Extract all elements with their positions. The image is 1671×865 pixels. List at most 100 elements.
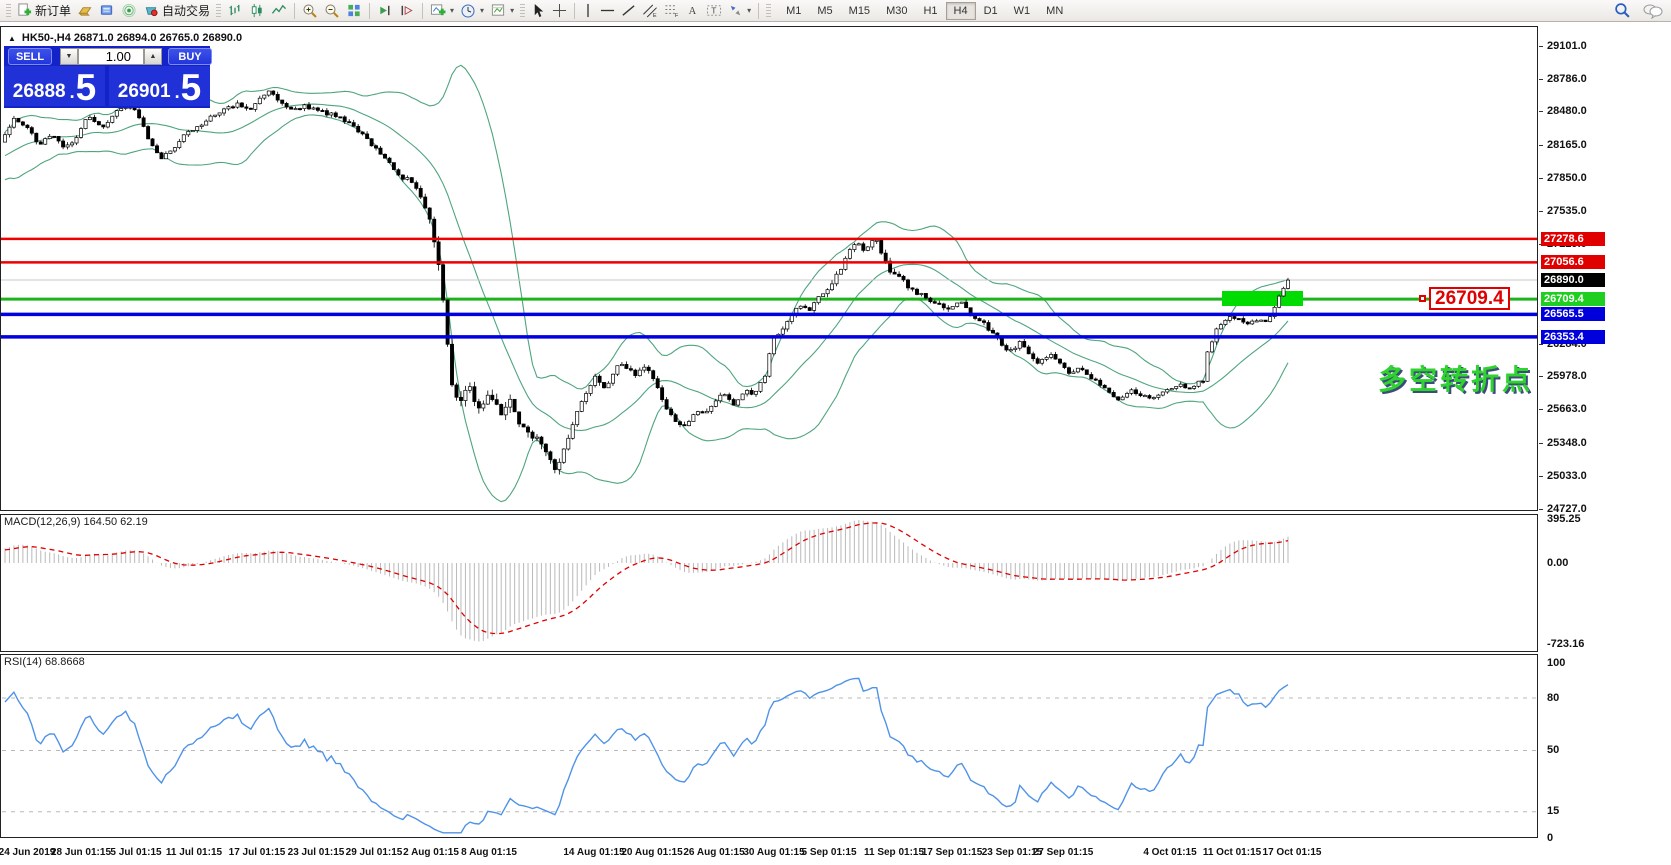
price-tick-label: 28480.0	[1539, 105, 1587, 117]
zoom-in-button[interactable]	[299, 2, 321, 20]
sell-price-tile[interactable]: 26888. 5	[4, 66, 105, 106]
candle-body	[333, 112, 338, 118]
new-order-label: 新订单	[35, 4, 72, 18]
equidistant-channel-button[interactable]: E	[639, 2, 661, 20]
market-watch-icon	[78, 7, 92, 16]
text-label-button[interactable]: T	[703, 2, 725, 20]
market-watch-button[interactable]	[74, 2, 96, 20]
timeframe-button-H4[interactable]: H4	[945, 1, 976, 20]
timeframe-button-M30[interactable]: M30	[878, 2, 915, 20]
candle-body	[767, 353, 772, 377]
candle-body	[928, 297, 933, 303]
candle-body	[342, 116, 347, 122]
vertical-line-button[interactable]	[579, 2, 597, 20]
indicators-icon	[431, 4, 446, 16]
price-badge: 27056.6	[1541, 255, 1605, 270]
chart-bars-button[interactable]	[224, 2, 246, 20]
candle-body	[231, 106, 235, 109]
candle-body	[991, 329, 995, 334]
highlight-rectangle[interactable]	[1222, 291, 1303, 306]
new-order-button[interactable]: 新订单	[14, 2, 74, 20]
volume-decrease-button[interactable]: ▼	[60, 48, 78, 65]
horizontal-line-button[interactable]	[597, 2, 618, 20]
auto-trading-button[interactable]: 自动交易	[140, 2, 213, 20]
timeframe-button-M15[interactable]: M15	[841, 2, 878, 20]
date-tick-label: 28 Jun 01:15	[50, 847, 112, 858]
search-icon[interactable]	[1614, 2, 1631, 19]
rsi-pane[interactable]	[0, 654, 1538, 838]
periods-button[interactable]: ▾	[457, 2, 487, 20]
indicators-button[interactable]: ▾	[427, 2, 457, 20]
volume-input[interactable]	[78, 48, 144, 65]
date-tick-label: 23 Jul 01:15	[287, 847, 345, 858]
timeframe-group: M1 M5 M15 M30 H1 H4 D1 W1 MN	[778, 1, 1071, 20]
candle-body	[467, 386, 472, 391]
volume-increase-button[interactable]: ▲	[144, 48, 162, 65]
template-icon	[491, 4, 505, 16]
timeframe-button-M5[interactable]: M5	[809, 2, 840, 20]
candle-body	[521, 423, 526, 428]
dropdown-caret-icon: ▾	[480, 6, 485, 15]
candle-body	[150, 138, 155, 147]
buy-button[interactable]: BUY	[168, 48, 212, 65]
date-axis[interactable]: 24 Jun 2019 28 Jun 01:15 5 Jul 01:15 11 Jul…	[0, 845, 1671, 865]
candle-body	[1169, 388, 1174, 391]
candle-body	[56, 136, 61, 142]
candle-body	[284, 103, 289, 108]
price-tag-label[interactable]: 26709.4	[1429, 287, 1510, 310]
sell-button[interactable]: SELL	[8, 48, 52, 65]
timeframe-button-MN[interactable]: MN	[1038, 2, 1071, 20]
candle-body	[137, 109, 142, 119]
navigator-button[interactable]	[118, 2, 140, 20]
svg-text:A: A	[689, 6, 697, 17]
zoom-in-icon	[303, 4, 317, 18]
candle-body	[847, 249, 852, 259]
candle-body	[1250, 320, 1255, 325]
text-button[interactable]: A	[683, 2, 703, 20]
chart-line-button[interactable]	[268, 2, 290, 20]
auto-scroll-icon	[380, 5, 390, 16]
timeframe-button-M1[interactable]: M1	[778, 2, 809, 20]
price-axis[interactable]: 29101.0 28786.0 28480.0 28165.0 27850.0 27535…	[1539, 22, 1671, 865]
candle-body	[248, 107, 253, 110]
macd-scale-label: 395.25	[1547, 512, 1581, 525]
zoom-out-button[interactable]	[321, 2, 343, 20]
candle-body	[950, 306, 955, 310]
candle-body	[1227, 316, 1232, 321]
timeframe-button-W1[interactable]: W1	[1006, 2, 1039, 20]
candle-body	[271, 90, 276, 95]
chart-candles-button[interactable]	[246, 2, 268, 20]
candle-body	[190, 130, 195, 133]
macd-pane[interactable]	[0, 514, 1538, 652]
candle-body	[879, 239, 884, 254]
timeframe-button-H1[interactable]: H1	[915, 2, 945, 20]
chinese-annotation[interactable]: 多空转折点	[1378, 358, 1533, 398]
candle-body	[114, 110, 119, 117]
timeframe-button-D1[interactable]: D1	[976, 2, 1006, 20]
chart-shift-button[interactable]	[396, 2, 418, 20]
candle-body	[92, 116, 97, 122]
tile-windows-button[interactable]	[343, 2, 365, 20]
candle-body	[177, 141, 182, 148]
horizontal-line-icon	[601, 9, 615, 12]
data-window-button[interactable]	[96, 2, 118, 20]
candle-body	[695, 411, 700, 416]
candle-body	[973, 315, 978, 319]
collapse-triangle-icon[interactable]: ▲	[8, 34, 16, 43]
main-price-chart[interactable]	[0, 26, 1538, 511]
candle-body	[266, 90, 271, 96]
buy-price-tile[interactable]: 26901. 5	[109, 66, 210, 106]
templates-button[interactable]: ▾	[487, 2, 517, 20]
fibonacci-button[interactable]: F	[661, 2, 683, 20]
chat-icon[interactable]	[1643, 2, 1663, 19]
auto-scroll-button[interactable]	[374, 2, 396, 20]
macd-signal-line	[4, 522, 1289, 635]
price-tick-label: 25033.0	[1539, 470, 1587, 482]
trendline-button[interactable]	[618, 2, 639, 20]
candle-body	[946, 307, 951, 310]
price-tick-label: 28165.0	[1539, 139, 1587, 151]
crosshair-button[interactable]	[549, 2, 570, 20]
cursor-button[interactable]	[528, 2, 549, 20]
rsi-pane-border	[0, 654, 1538, 838]
arrows-button[interactable]: ▾	[725, 2, 754, 20]
